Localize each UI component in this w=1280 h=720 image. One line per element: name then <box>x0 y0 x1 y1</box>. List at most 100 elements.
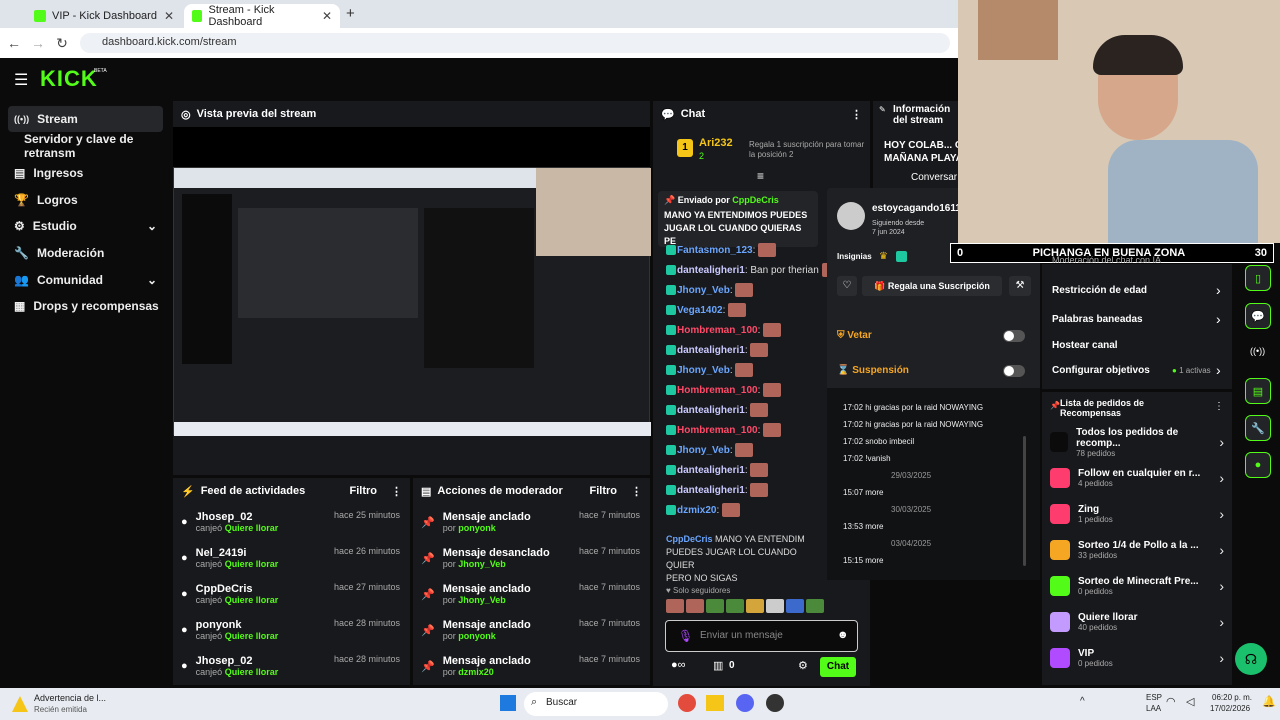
discord-icon[interactable] <box>736 694 754 712</box>
mod-action-row[interactable]: 📌 Mensaje desanclado por Jhony_Veb hace 7 m… <box>413 540 650 576</box>
chevron-up-icon[interactable]: ^ <box>1080 696 1085 707</box>
feed-row[interactable]: ● CppDeCris canjeó Quiere llorar hace 27 mi… <box>173 576 410 612</box>
mod-action-user[interactable]: Jhony_Veb <box>458 559 506 569</box>
app-icon[interactable] <box>766 694 784 712</box>
kick-logo[interactable]: KICK <box>40 66 98 92</box>
warning-icon[interactable] <box>12 696 28 712</box>
chat-username[interactable]: dantealigheri1 <box>677 485 745 496</box>
speaker-icon[interactable]: ◁ <box>1186 695 1194 708</box>
mod-action-user[interactable]: dzmix20 <box>458 667 494 677</box>
follow-heart-icon[interactable]: ♡ <box>837 276 857 296</box>
reward-row[interactable]: Quiere llorar 40 pedidos › <box>1042 604 1232 640</box>
points-icon[interactable]: ●∞ <box>671 659 686 671</box>
chat-toggle-icon[interactable]: 💬 <box>1245 303 1271 329</box>
emoji-icon[interactable]: ☻ <box>837 629 849 641</box>
layout-icon[interactable]: ▤ <box>1245 378 1271 404</box>
help-icon[interactable]: ☊ <box>1235 643 1267 675</box>
broadcast-toggle-icon[interactable]: ((•)) <box>1250 346 1265 356</box>
sidebar-item-estudio[interactable]: ⚙ Estudio ⌄ <box>8 213 163 239</box>
user-card-name[interactable]: estoycagando1611 <box>872 203 961 214</box>
feed-reward[interactable]: Quiere llorar <box>225 631 279 641</box>
feed-reward[interactable]: Quiere llorar <box>225 667 279 677</box>
back-icon[interactable]: ← <box>2 35 26 51</box>
mod-icon[interactable]: ⚒ <box>1009 276 1031 296</box>
reward-row[interactable]: Todos los pedidos de recomp... 78 pedidos… <box>1042 424 1232 460</box>
reload-icon[interactable]: ↻ <box>50 35 74 52</box>
windows-start-icon[interactable] <box>500 695 516 711</box>
collapse-icon[interactable]: ≡ <box>757 169 764 183</box>
sidebar-item-moderacion[interactable]: 🔧 Moderación <box>8 240 163 266</box>
rewards-toggle-icon[interactable]: ● <box>1245 452 1271 478</box>
feed-row[interactable]: ● ponyonk canjeó Quiere llorar hace 28 minu… <box>173 612 410 648</box>
chat-username[interactable]: dzmix20 <box>677 505 716 516</box>
sidebar-item-ingresos[interactable]: ▤ Ingresos <box>8 160 163 186</box>
feed-reward[interactable]: Quiere llorar <box>225 559 279 569</box>
browser-tab-stream[interactable]: Stream - Kick Dashboard ✕ <box>184 4 340 28</box>
scrollbar[interactable] <box>1023 436 1026 566</box>
send-chat-button[interactable]: Chat <box>820 657 856 677</box>
chat-username[interactable]: dantealigheri1 <box>677 345 745 356</box>
feed-row[interactable]: ● Nel_2419i canjeó Quiere llorar hace 26 mi… <box>173 540 410 576</box>
settings-item-ai-mod[interactable]: Moderación del chat con IA <box>1052 255 1161 265</box>
chat-username[interactable]: Jhony_Veb <box>677 445 730 456</box>
timeout-toggle[interactable] <box>1003 365 1025 377</box>
file-explorer-icon[interactable] <box>706 695 724 711</box>
forward-icon[interactable]: → <box>26 35 50 51</box>
mod-action-row[interactable]: 📌 Mensaje anclado por ponyonk hace 7 minuto… <box>413 504 650 540</box>
chat-username[interactable]: Hombreman_100 <box>677 325 758 336</box>
language-label[interactable]: ESP <box>1146 693 1162 702</box>
mic-icon[interactable]: 🎙 <box>678 629 693 643</box>
chrome-icon[interactable] <box>678 694 696 712</box>
feed-row[interactable]: ● Jhosep_02 canjeó Quiere llorar hace 25 mi… <box>173 504 410 540</box>
more-icon[interactable]: ⋮ <box>391 485 402 498</box>
feed-user[interactable]: Nel_2419i <box>196 547 279 559</box>
chat-username[interactable]: Fantasmon_123 <box>677 245 753 256</box>
chat-username[interactable]: dantealigheri1 <box>677 465 745 476</box>
chevron-right-icon[interactable]: › <box>1216 282 1221 298</box>
avatar[interactable] <box>837 202 865 230</box>
pinned-message[interactable]: 📌 Enviado por CppDeCris MANO YA ENTENDIM… <box>658 191 818 247</box>
emote-bar[interactable] <box>666 599 856 615</box>
ban-toggle[interactable] <box>1003 330 1025 342</box>
notifications-icon[interactable]: 🔔 <box>1262 695 1276 708</box>
reward-row[interactable]: Zing 1 pedidos › <box>1042 496 1232 532</box>
chat-username[interactable]: Hombreman_100 <box>677 385 758 396</box>
chat-username[interactable]: Vega1402 <box>677 305 723 316</box>
chat-username[interactable]: dantealigheri1 <box>677 405 745 416</box>
close-icon[interactable]: ✕ <box>322 9 332 23</box>
sidebar-item-comunidad[interactable]: 👥 Comunidad ⌄ <box>8 267 163 293</box>
feed-user[interactable]: Jhosep_02 <box>196 655 279 667</box>
notification-title[interactable]: Advertencia de l... <box>34 693 106 703</box>
chevron-right-icon[interactable]: › <box>1216 311 1221 327</box>
settings-item-host[interactable]: Hostear canal <box>1052 340 1118 351</box>
chat-username[interactable]: dantealigheri1 <box>677 265 745 276</box>
feed-user[interactable]: CppDeCris <box>196 583 279 595</box>
chat-username[interactable]: CppDeCris <box>666 534 713 544</box>
feed-user[interactable]: Jhosep_02 <box>196 511 279 523</box>
sidebar-item-logros[interactable]: 🏆 Logros <box>8 187 163 213</box>
clock-time[interactable]: 06:20 p. m. <box>1212 693 1252 702</box>
browser-tab-vip[interactable]: VIP - Kick Dashboard ✕ <box>26 4 182 28</box>
phone-icon[interactable]: ▯ <box>1245 265 1271 291</box>
feed-reward[interactable]: Quiere llorar <box>225 595 279 605</box>
category-label[interactable]: Conversar <box>911 172 957 183</box>
reward-row[interactable]: Sorteo 1/4 de Pollo a la ... 33 pedidos › <box>1042 532 1232 568</box>
mod-action-user[interactable]: ponyonk <box>458 523 496 533</box>
gift-sub-button[interactable]: 🎁 Regala una Suscripción <box>862 276 1002 296</box>
mod-action-row[interactable]: 📌 Mensaje anclado por dzmix20 hace 7 minuto… <box>413 648 650 684</box>
mod-action-user[interactable]: Jhony_Veb <box>458 595 506 605</box>
top-gifter-name[interactable]: Ari232 <box>699 137 733 149</box>
reward-row[interactable]: VIP 0 pedidos › <box>1042 640 1232 676</box>
chevron-right-icon[interactable]: › <box>1216 362 1221 378</box>
menu-icon[interactable]: ☰ <box>14 70 28 90</box>
settings-item-banned-words[interactable]: Palabras baneadas <box>1052 314 1143 325</box>
wifi-icon[interactable]: ◠ <box>1166 695 1176 708</box>
mod-action-row[interactable]: 📌 Mensaje anclado por ponyonk hace 7 minuto… <box>413 612 650 648</box>
chat-input[interactable]: 🎙 Enviar un mensaje ☻ <box>665 620 858 652</box>
store-icon[interactable]: ▥ <box>713 659 723 672</box>
filter-button[interactable]: Filtro <box>590 485 618 497</box>
chat-username[interactable]: Jhony_Veb <box>677 285 730 296</box>
wrench-toggle-icon[interactable]: 🔧 <box>1245 415 1271 441</box>
settings-item-age[interactable]: Restricción de edad <box>1052 285 1147 296</box>
new-tab-icon[interactable]: + <box>346 5 355 22</box>
